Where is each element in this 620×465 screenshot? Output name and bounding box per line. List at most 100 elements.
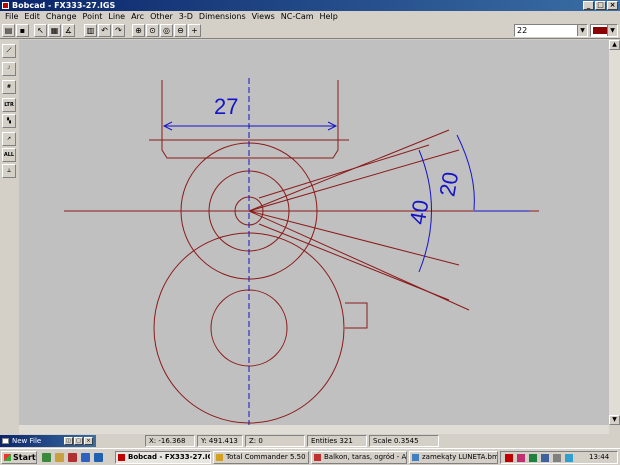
save-file-icon[interactable]: ▪	[16, 24, 29, 37]
zoom-plus-icon[interactable]: +	[188, 24, 201, 37]
vertical-scrollbar[interactable]: ▲ ▼	[609, 40, 620, 425]
browser-task-icon	[314, 454, 321, 461]
taskbar: Start Bobcad - FX333-27.IGS Total Comman…	[0, 448, 620, 465]
menu-views[interactable]: Views	[249, 11, 278, 22]
dimension-text: 27 40 20	[214, 94, 463, 226]
bobcad-icon	[118, 454, 125, 461]
menu-nc-cam[interactable]: NC-Cam	[278, 11, 317, 22]
scale-value: Scale 0.3545	[369, 435, 439, 447]
ground-icon[interactable]: ⊥	[2, 164, 16, 178]
menu-other[interactable]: Other	[147, 11, 176, 22]
color-swatch	[593, 27, 607, 34]
network-icon[interactable]	[529, 454, 537, 462]
layer-select[interactable]: 22 ▼	[514, 24, 588, 37]
antivirus-icon[interactable]	[505, 454, 513, 462]
chevron-down-icon[interactable]: ▼	[607, 25, 617, 36]
dim-40-label: 40	[405, 198, 434, 226]
all-button[interactable]: ALL	[2, 148, 16, 162]
left-toolbar: ／ ┘ # LTR ▚ ↗ ALL ⊥	[1, 42, 17, 182]
app-icon	[2, 2, 9, 9]
total-commander-icon	[216, 454, 223, 461]
scroll-down-icon[interactable]: ▼	[609, 415, 620, 425]
browser-icon[interactable]	[81, 453, 90, 462]
arrow-tool-icon[interactable]: ↖	[34, 24, 47, 37]
chevron-down-icon[interactable]: ▼	[577, 25, 587, 36]
messenger-icon[interactable]	[565, 454, 573, 462]
window-title: Bobcad - FX333-27.IGS	[12, 1, 116, 10]
ray-line-5	[258, 223, 450, 301]
drawing-svg[interactable]: 27 40 20	[19, 40, 609, 425]
zoom-in-icon[interactable]: ⊖	[174, 24, 187, 37]
start-button[interactable]: Start	[1, 451, 37, 464]
task-bobcad[interactable]: Bobcad - FX333-27.IGS	[115, 451, 211, 464]
tray-app-icon[interactable]	[517, 454, 525, 462]
media-icon[interactable]	[94, 453, 103, 462]
zoom-window-icon[interactable]: ⊕	[132, 24, 145, 37]
menu-3d[interactable]: 3-D	[176, 11, 196, 22]
task-paint[interactable]: zamekąty LUNETA.bmp - ...	[409, 451, 498, 464]
system-tray: 13:44	[500, 451, 618, 464]
volume-icon[interactable]	[553, 454, 561, 462]
minimize-button[interactable]: _	[583, 1, 594, 10]
entities-count: Entities 321	[307, 435, 367, 447]
main-toolbar: ▤ ▪ ↖ ▦ ∡ ▥ ↶ ↷ ⊕ ⊙ ◎ ⊖ + 22 ▼ ▼	[0, 22, 620, 39]
restore-button[interactable]: ◫	[64, 437, 73, 445]
menu-edit[interactable]: Edit	[21, 11, 43, 22]
ray-line-1	[248, 129, 450, 212]
grid-icon[interactable]: #	[2, 80, 16, 94]
folder-icon[interactable]	[55, 453, 64, 462]
tray-utility-icon[interactable]	[541, 454, 549, 462]
dim-20-arc	[456, 134, 475, 211]
menu-point[interactable]: Point	[80, 11, 106, 22]
layer-value: 22	[517, 26, 528, 35]
menu-bar: File Edit Change Point Line Arc Other 3-…	[0, 11, 620, 22]
delete-icon[interactable]: ▥	[84, 24, 97, 37]
menu-line[interactable]: Line	[105, 11, 128, 22]
dim-20-label: 20	[434, 170, 463, 198]
title-bar: Bobcad - FX333-27.IGS _ □ ×	[0, 0, 620, 11]
dim-27-label: 27	[214, 94, 238, 119]
maximize-button[interactable]: □	[595, 1, 606, 10]
task-label: Balkon, taras, ogród - Au...	[324, 453, 407, 461]
corner-icon[interactable]: ┘	[2, 62, 16, 76]
menu-dimensions[interactable]: Dimensions	[196, 11, 249, 22]
x-coordinate: X: -16.368	[145, 435, 195, 447]
measure-tool-icon[interactable]: ∡	[62, 24, 75, 37]
task-browser[interactable]: Balkon, taras, ogród - Au...	[311, 451, 407, 464]
task-label: zamekąty LUNETA.bmp - ...	[422, 453, 497, 461]
line-draw-icon[interactable]: ／	[2, 44, 16, 58]
drawing-canvas[interactable]: 27 40 20	[19, 40, 609, 425]
zoom-all-icon[interactable]: ⊙	[146, 24, 159, 37]
color-select[interactable]: ▼	[590, 24, 618, 37]
minimized-window[interactable]: New File ◫ □ ×	[0, 435, 96, 447]
menu-help[interactable]: Help	[317, 11, 341, 22]
lower-inner-circle	[210, 289, 288, 367]
scroll-up-icon[interactable]: ▲	[609, 40, 620, 50]
open-file-icon[interactable]: ▤	[2, 24, 15, 37]
trim-icon[interactable]: ↗	[2, 132, 16, 146]
grid-tool-icon[interactable]: ▦	[48, 24, 61, 37]
task-total-commander[interactable]: Total Commander 5.50 - ...	[213, 451, 309, 464]
horizontal-scrollbar[interactable]	[19, 425, 609, 434]
ltr-button[interactable]: LTR	[2, 98, 16, 112]
window-icon	[2, 438, 9, 444]
app-quick-icon[interactable]	[68, 453, 77, 462]
minimized-title: New File	[12, 437, 42, 445]
zoom-previous-icon[interactable]: ◎	[160, 24, 173, 37]
top-bracket	[161, 80, 339, 159]
menu-file[interactable]: File	[2, 11, 21, 22]
desktop-icon[interactable]	[42, 453, 51, 462]
close-small-button[interactable]: ×	[84, 437, 93, 445]
z-coordinate: Z: 0	[245, 435, 305, 447]
undo-icon[interactable]: ↶	[98, 24, 111, 37]
y-coordinate: Y: 491.413	[197, 435, 243, 447]
task-label: Total Commander 5.50 - ...	[226, 453, 308, 461]
maximize-small-button[interactable]: □	[74, 437, 83, 445]
status-bar: New File ◫ □ × X: -16.368 Y: 491.413 Z: …	[0, 434, 620, 448]
menu-change[interactable]: Change	[43, 11, 80, 22]
layers-icon[interactable]: ▚	[2, 114, 16, 128]
menu-arc[interactable]: Arc	[128, 11, 147, 22]
clock[interactable]: 13:44	[589, 452, 609, 463]
close-button[interactable]: ×	[607, 1, 618, 10]
redo-icon[interactable]: ↷	[112, 24, 125, 37]
